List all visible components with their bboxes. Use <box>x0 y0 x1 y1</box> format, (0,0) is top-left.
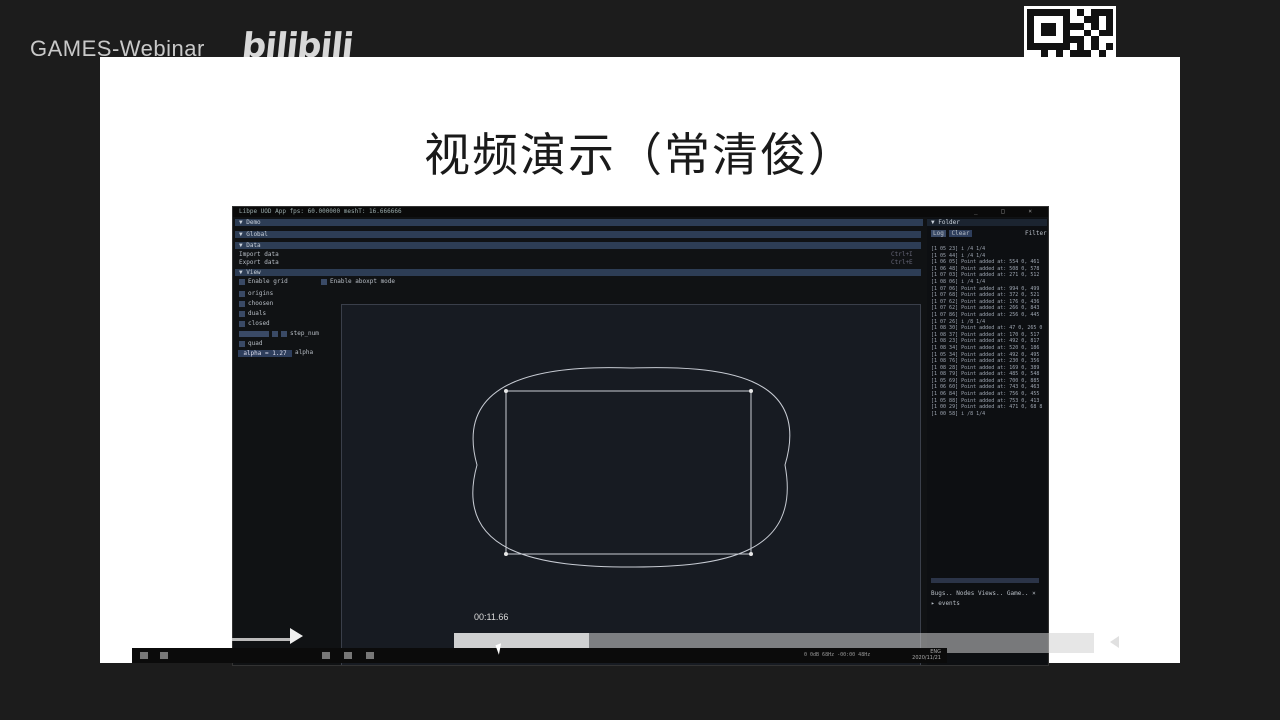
option-origins[interactable]: origins <box>239 290 273 298</box>
log-line: [1 08 06] i /4 1/4 <box>931 278 986 285</box>
demo-app-window: Libpe UOD App fps: 60.000000 meshT: 16.6… <box>232 206 1049 666</box>
volume-icon[interactable] <box>1110 636 1119 648</box>
log-line: [1 08 79] Point added at: 485 0, 548 <box>931 371 1040 378</box>
log-line: [1 05 44] i /4 1/4 <box>931 252 986 259</box>
taskbar-app-icon[interactable] <box>344 652 352 659</box>
log-line: [1 07 86] Point added at: 256 0, 445 <box>931 311 1040 318</box>
control-point[interactable] <box>504 389 508 393</box>
video-player-controls: 0 0dB 68Hz -00:00 48Hz ENG 2020/11/21 <box>132 628 1119 663</box>
app-titlebar: Libpe UOD App fps: 60.000000 meshT: 16.6… <box>233 207 1048 217</box>
import-shortcut: Ctrl+I <box>891 251 913 258</box>
start-icon[interactable] <box>140 652 148 659</box>
tab-demo[interactable]: ▼ Demo <box>235 219 923 226</box>
tray-date: 2020/11/21 <box>912 655 941 661</box>
os-taskbar: 0 0dB 68Hz -00:00 48Hz ENG 2020/11/21 <box>132 648 947 663</box>
log-line: [1 06 48] Point added at: 508 0, 578 <box>931 265 1040 272</box>
section-view[interactable]: ▼ View <box>235 269 921 276</box>
log-line: [1 07 62] Point added at: 176 0, 436 <box>931 298 1040 305</box>
option-quad[interactable]: quad <box>239 340 262 348</box>
alpha-slider[interactable]: alpha = 1.27 <box>238 350 292 357</box>
log-line: [1 06 60] Point added at: 743 0, 463 <box>931 384 1040 391</box>
log-line: [1 06 05] Point added at: 554 0, 461 <box>931 259 1040 266</box>
window-controls[interactable]: _ □ × <box>974 207 1042 217</box>
folder-header[interactable]: ▼ Folder <box>927 219 1047 226</box>
option-choosen[interactable]: choosen <box>239 300 273 308</box>
log-line: [1 07 03] Point added at: 271 0, 512 <box>931 272 1040 279</box>
log-line: [1 07 62] Point added at: 266 0, 843 <box>931 305 1040 312</box>
option-closed[interactable]: closed <box>239 320 270 328</box>
curve-drawing <box>472 367 791 568</box>
bottom-tabs[interactable]: Bugs.. Nodes Views.. Game.. × <box>931 590 1036 598</box>
section-global[interactable]: ▼ Global <box>235 231 921 238</box>
log-scrollbar[interactable] <box>931 578 1039 583</box>
left-panel: ▼ Demo ▼ Global ▼ Data Import data Ctrl+… <box>235 218 923 665</box>
step-num-stepper[interactable]: step_num <box>239 330 319 338</box>
enable-aboxpt-checkbox[interactable]: Enable aboxpt mode <box>321 278 395 286</box>
section-data[interactable]: ▼ Data <box>235 242 921 249</box>
log-line: [1 08 34] Point added at: 520 0, 186 <box>931 344 1040 351</box>
drawing-canvas[interactable] <box>341 304 921 665</box>
control-polygon <box>505 390 752 555</box>
option-duals[interactable]: duals <box>239 310 266 318</box>
log-tab[interactable]: Log Clear <box>931 230 972 238</box>
play-icon[interactable] <box>290 628 303 644</box>
log-line: [1 07 26] i /8 1/4 <box>931 318 986 325</box>
events-item[interactable]: ▸ events <box>931 600 960 608</box>
log-line: [1 05 88] Point added at: 753 0, 413 <box>931 397 1040 404</box>
system-tray: ENG 2020/11/21 <box>912 649 941 661</box>
log-line: [1 00 58] i /8 1/4 <box>931 410 986 417</box>
log-line: [1 05 69] Point added at: 700 0, 885 <box>931 377 1040 384</box>
log-line: [1 08 30] Point added at: 47 0, 265 0 <box>931 325 1043 332</box>
taskbar-app-icon[interactable] <box>322 652 330 659</box>
log-line: [1 08 76] Point added at: 230 0, 356 <box>931 358 1040 365</box>
enable-grid-checkbox[interactable]: Enable grid <box>239 278 288 286</box>
seek-track[interactable] <box>232 638 292 641</box>
alpha-label: alpha <box>295 349 314 356</box>
log-line: [1 05 34] Point added at: 492 0, 495 <box>931 351 1040 358</box>
video-timestamp: 00:11.66 <box>474 612 509 622</box>
log-line: [1 08 37] Point added at: 170 0, 517 <box>931 331 1040 338</box>
control-point[interactable] <box>749 389 753 393</box>
audio-status: 0 0dB 68Hz -00:00 48Hz <box>804 652 871 658</box>
app-window-title: Libpe UOD App fps: 60.000000 meshT: 16.6… <box>239 208 402 215</box>
log-line: [1 07 68] Point added at: 372 0, 521 <box>931 292 1040 299</box>
import-data-item[interactable]: Import data <box>239 251 279 259</box>
subdivision-curve <box>472 367 791 568</box>
app-icon[interactable] <box>160 652 168 659</box>
taskbar-app-icon[interactable] <box>366 652 374 659</box>
log-line: [1 08 23] Point added at: 492 0, 817 <box>931 338 1040 345</box>
filter-field[interactable]: Filter <box>1025 230 1047 238</box>
right-panel: ▼ Folder Log Clear Filter [1 05 23] i /4… <box>927 218 1047 665</box>
slide-title: 视频演示（常清俊） <box>424 128 856 182</box>
control-point[interactable] <box>749 552 753 556</box>
options-sidebar: origins choosen duals closed step_num qu… <box>235 290 339 665</box>
log-line: [1 07 06] Point added at: 994 0, 499 <box>931 285 1040 292</box>
control-point[interactable] <box>504 552 508 556</box>
log-line: [1 05 23] i /4 1/4 <box>931 246 986 252</box>
log-line: [1 06 84] Point added at: 756 0, 455 <box>931 391 1040 398</box>
export-data-item[interactable]: Export data <box>239 259 279 267</box>
log-line: [1 00 29] Point added at: 471 0, 68 8 <box>931 404 1043 411</box>
log-line: [1 08 28] Point added at: 169 0, 389 <box>931 364 1040 371</box>
export-shortcut: Ctrl+E <box>891 259 913 266</box>
presentation-slide: 视频演示（常清俊） Libpe UOD App fps: 60.000000 m… <box>100 57 1180 666</box>
log-list: [1 05 23] i /4 1/4 [1 05 44] i /4 1/4 [1 0… <box>931 246 1045 417</box>
